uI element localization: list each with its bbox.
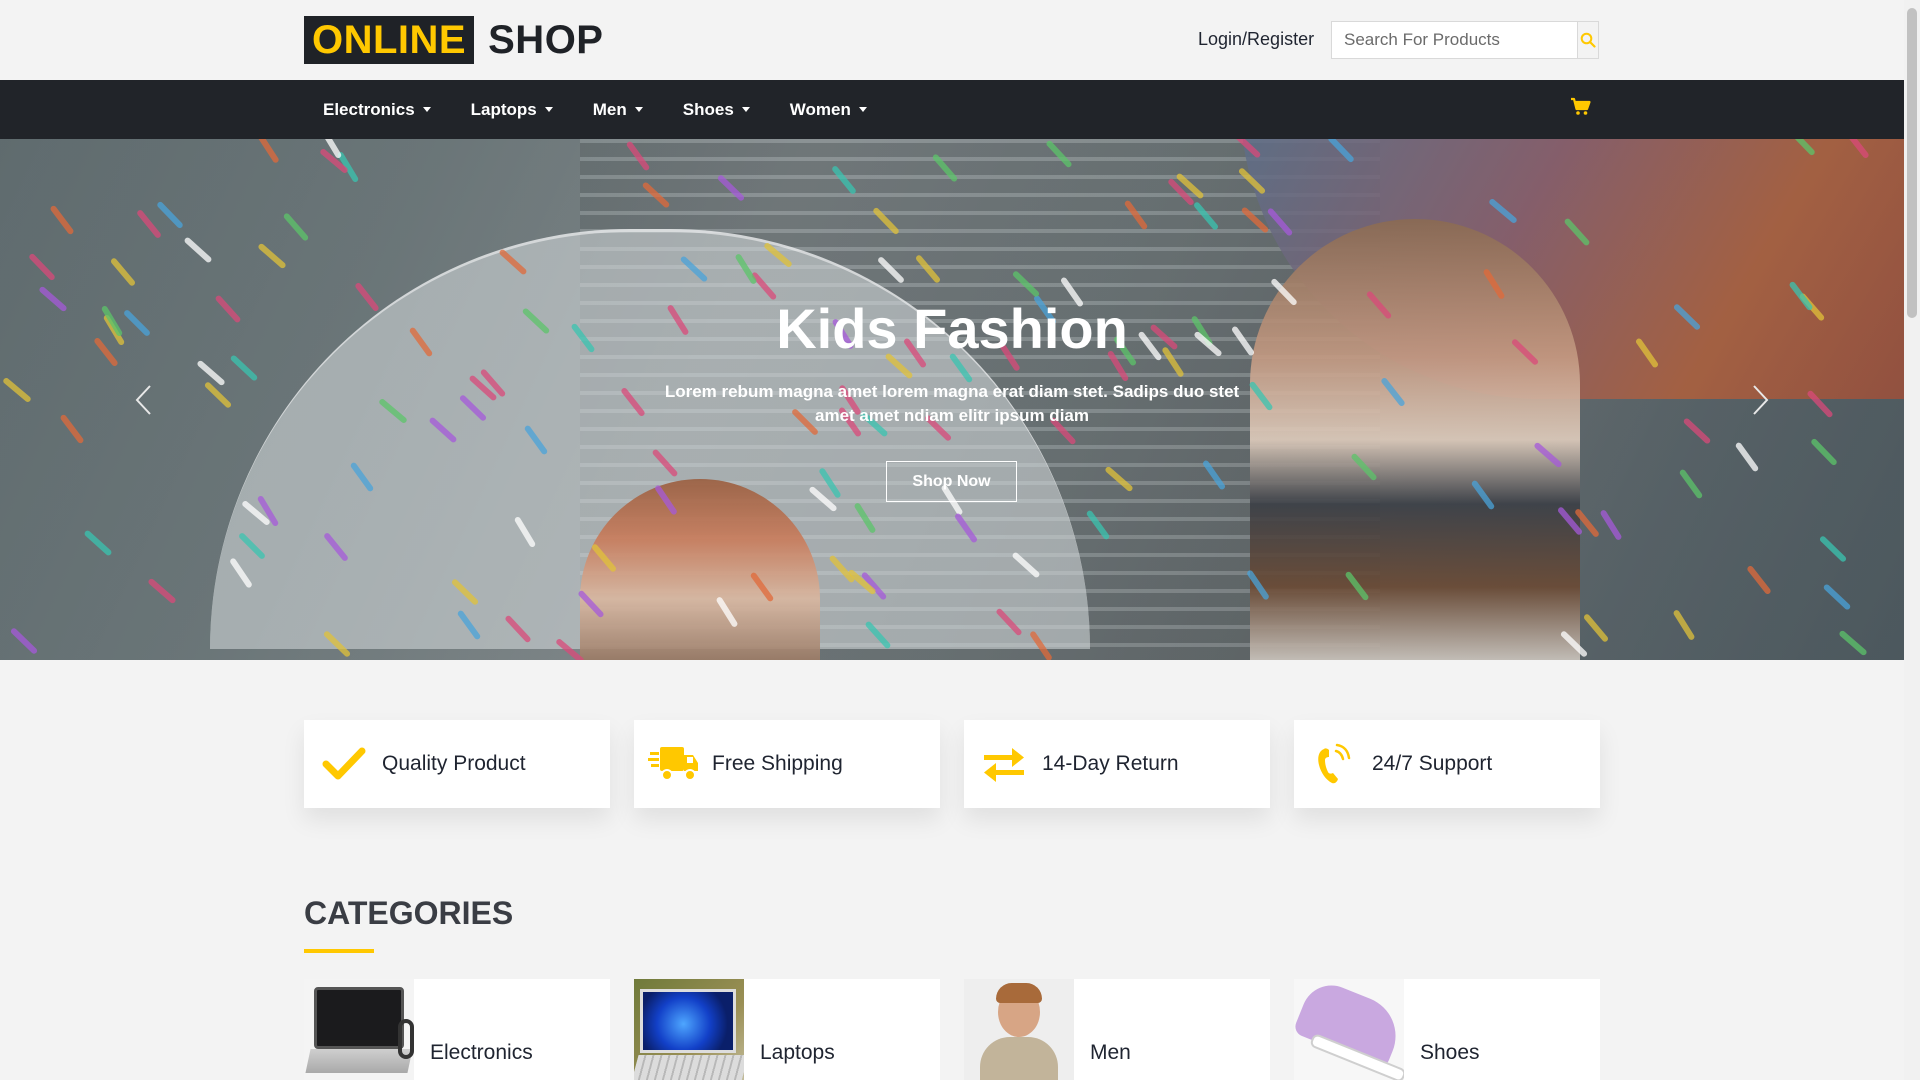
carousel-prev-arrow-icon[interactable] <box>132 383 156 417</box>
rain-dash <box>109 257 137 287</box>
caret-down-icon <box>634 107 643 112</box>
rain-dash <box>9 627 39 655</box>
caret-down-icon <box>741 107 750 112</box>
rain-dash <box>257 242 287 270</box>
rain-dash <box>1582 613 1610 643</box>
nav-item-label: Women <box>789 99 851 119</box>
feature-label: 24/7 Support <box>1372 752 1493 775</box>
check-icon <box>322 747 366 780</box>
nav-item-women[interactable]: Women <box>790 100 867 120</box>
rain-dash <box>1838 629 1868 657</box>
hero-subtitle: Lorem rebum magna amet lorem magna erat … <box>664 382 1240 425</box>
rain-dash <box>203 381 233 409</box>
category-card-electronics[interactable]: Electronics <box>304 979 610 1080</box>
category-label: Laptops <box>760 1041 835 1064</box>
rain-dash <box>282 212 310 242</box>
shop-now-button[interactable]: Shop Now <box>886 461 1017 502</box>
search-icon <box>1580 32 1596 48</box>
nav-item-label: Electronics <box>323 99 415 119</box>
feature-quality: Quality Product <box>304 720 610 808</box>
feature-return: 14-Day Return <box>964 720 1270 808</box>
rain-dash <box>256 139 280 164</box>
rain-dash <box>183 236 213 264</box>
rain-dash <box>196 359 226 387</box>
nav-item-label: Laptops <box>470 99 537 119</box>
rain-dash <box>1672 608 1696 642</box>
cart-icon[interactable] <box>1570 96 1592 118</box>
rain-dash <box>2 376 32 404</box>
rain-dash <box>156 200 184 230</box>
category-card-shoes[interactable]: Shoes <box>1294 979 1600 1080</box>
category-image-laptops <box>634 979 744 1080</box>
category-label: Men <box>1090 1041 1131 1064</box>
rain-dash <box>1599 508 1623 542</box>
feature-shipping: Free Shipping <box>634 720 940 808</box>
category-card-laptops[interactable]: Laptops <box>634 979 940 1080</box>
nav-item-laptops[interactable]: Laptops <box>471 100 553 120</box>
rain-dash <box>1822 583 1852 611</box>
nav-item-label: Shoes <box>682 99 734 119</box>
hero-title: Kids Fashion <box>776 297 1128 360</box>
rain-dash <box>1682 417 1712 445</box>
features-row: Quality Product Free Shipping 14-Day Ret… <box>304 720 1600 808</box>
categories-title: CATEGORIES <box>304 895 514 931</box>
caret-down-icon <box>858 107 867 112</box>
rain-dash <box>1810 437 1838 467</box>
category-image-shoes <box>1294 979 1404 1080</box>
rain-dash <box>1818 535 1848 563</box>
main-navbar: Electronics Laptops Men Shoes Women <box>0 80 1904 139</box>
logo[interactable]: ONLINE SHOP <box>304 16 603 64</box>
search-bar <box>1331 21 1599 59</box>
truck-icon <box>648 747 698 781</box>
nav-item-electronics[interactable]: Electronics <box>323 100 431 120</box>
nav-item-men[interactable]: Men <box>593 100 643 120</box>
category-label: Shoes <box>1420 1041 1480 1064</box>
rain-dash <box>1734 441 1760 473</box>
nav-item-label: Men <box>592 99 627 119</box>
feature-label: Quality Product <box>382 752 526 775</box>
feature-support: 24/7 Support <box>1294 720 1600 808</box>
categories-row: Electronics Laptops Men Shoes <box>304 979 1600 1080</box>
caret-down-icon <box>544 107 553 112</box>
feature-label: 14-Day Return <box>1042 752 1179 775</box>
carousel-next-arrow-icon[interactable] <box>1748 383 1772 417</box>
search-button[interactable] <box>1577 22 1598 58</box>
rain-dash <box>147 577 177 605</box>
categories-title-underline <box>304 949 374 953</box>
category-image-electronics <box>304 979 414 1080</box>
rain-dash <box>1678 468 1704 500</box>
category-card-men[interactable]: Men <box>964 979 1270 1080</box>
rain-dash <box>59 413 85 445</box>
nav-item-shoes[interactable]: Shoes <box>683 100 750 120</box>
category-image-men <box>964 979 1074 1080</box>
exchange-icon <box>984 748 1024 782</box>
rain-dash <box>1746 564 1772 596</box>
feature-label: Free Shipping <box>712 752 843 775</box>
logo-highlight: ONLINE <box>304 16 475 64</box>
page-scrollbar[interactable] <box>1904 0 1920 1080</box>
top-bar: ONLINE SHOP Login/Register <box>0 0 1904 80</box>
rain-dash <box>49 204 75 236</box>
category-label: Electronics <box>430 1041 533 1064</box>
phone-icon <box>1318 743 1351 784</box>
scrollbar-thumb[interactable] <box>1907 8 1917 318</box>
hero-kid-right <box>1250 219 1580 660</box>
rain-dash <box>83 529 113 557</box>
rain-dash <box>28 252 56 282</box>
page: ONLINE SHOP Login/Register Electronics L… <box>0 0 1904 1080</box>
rain-dash <box>135 208 163 240</box>
logo-text: SHOP <box>488 18 604 62</box>
login-register-link[interactable]: Login/Register <box>1198 26 1314 52</box>
search-input[interactable] <box>1332 22 1577 58</box>
caret-down-icon <box>422 107 431 112</box>
